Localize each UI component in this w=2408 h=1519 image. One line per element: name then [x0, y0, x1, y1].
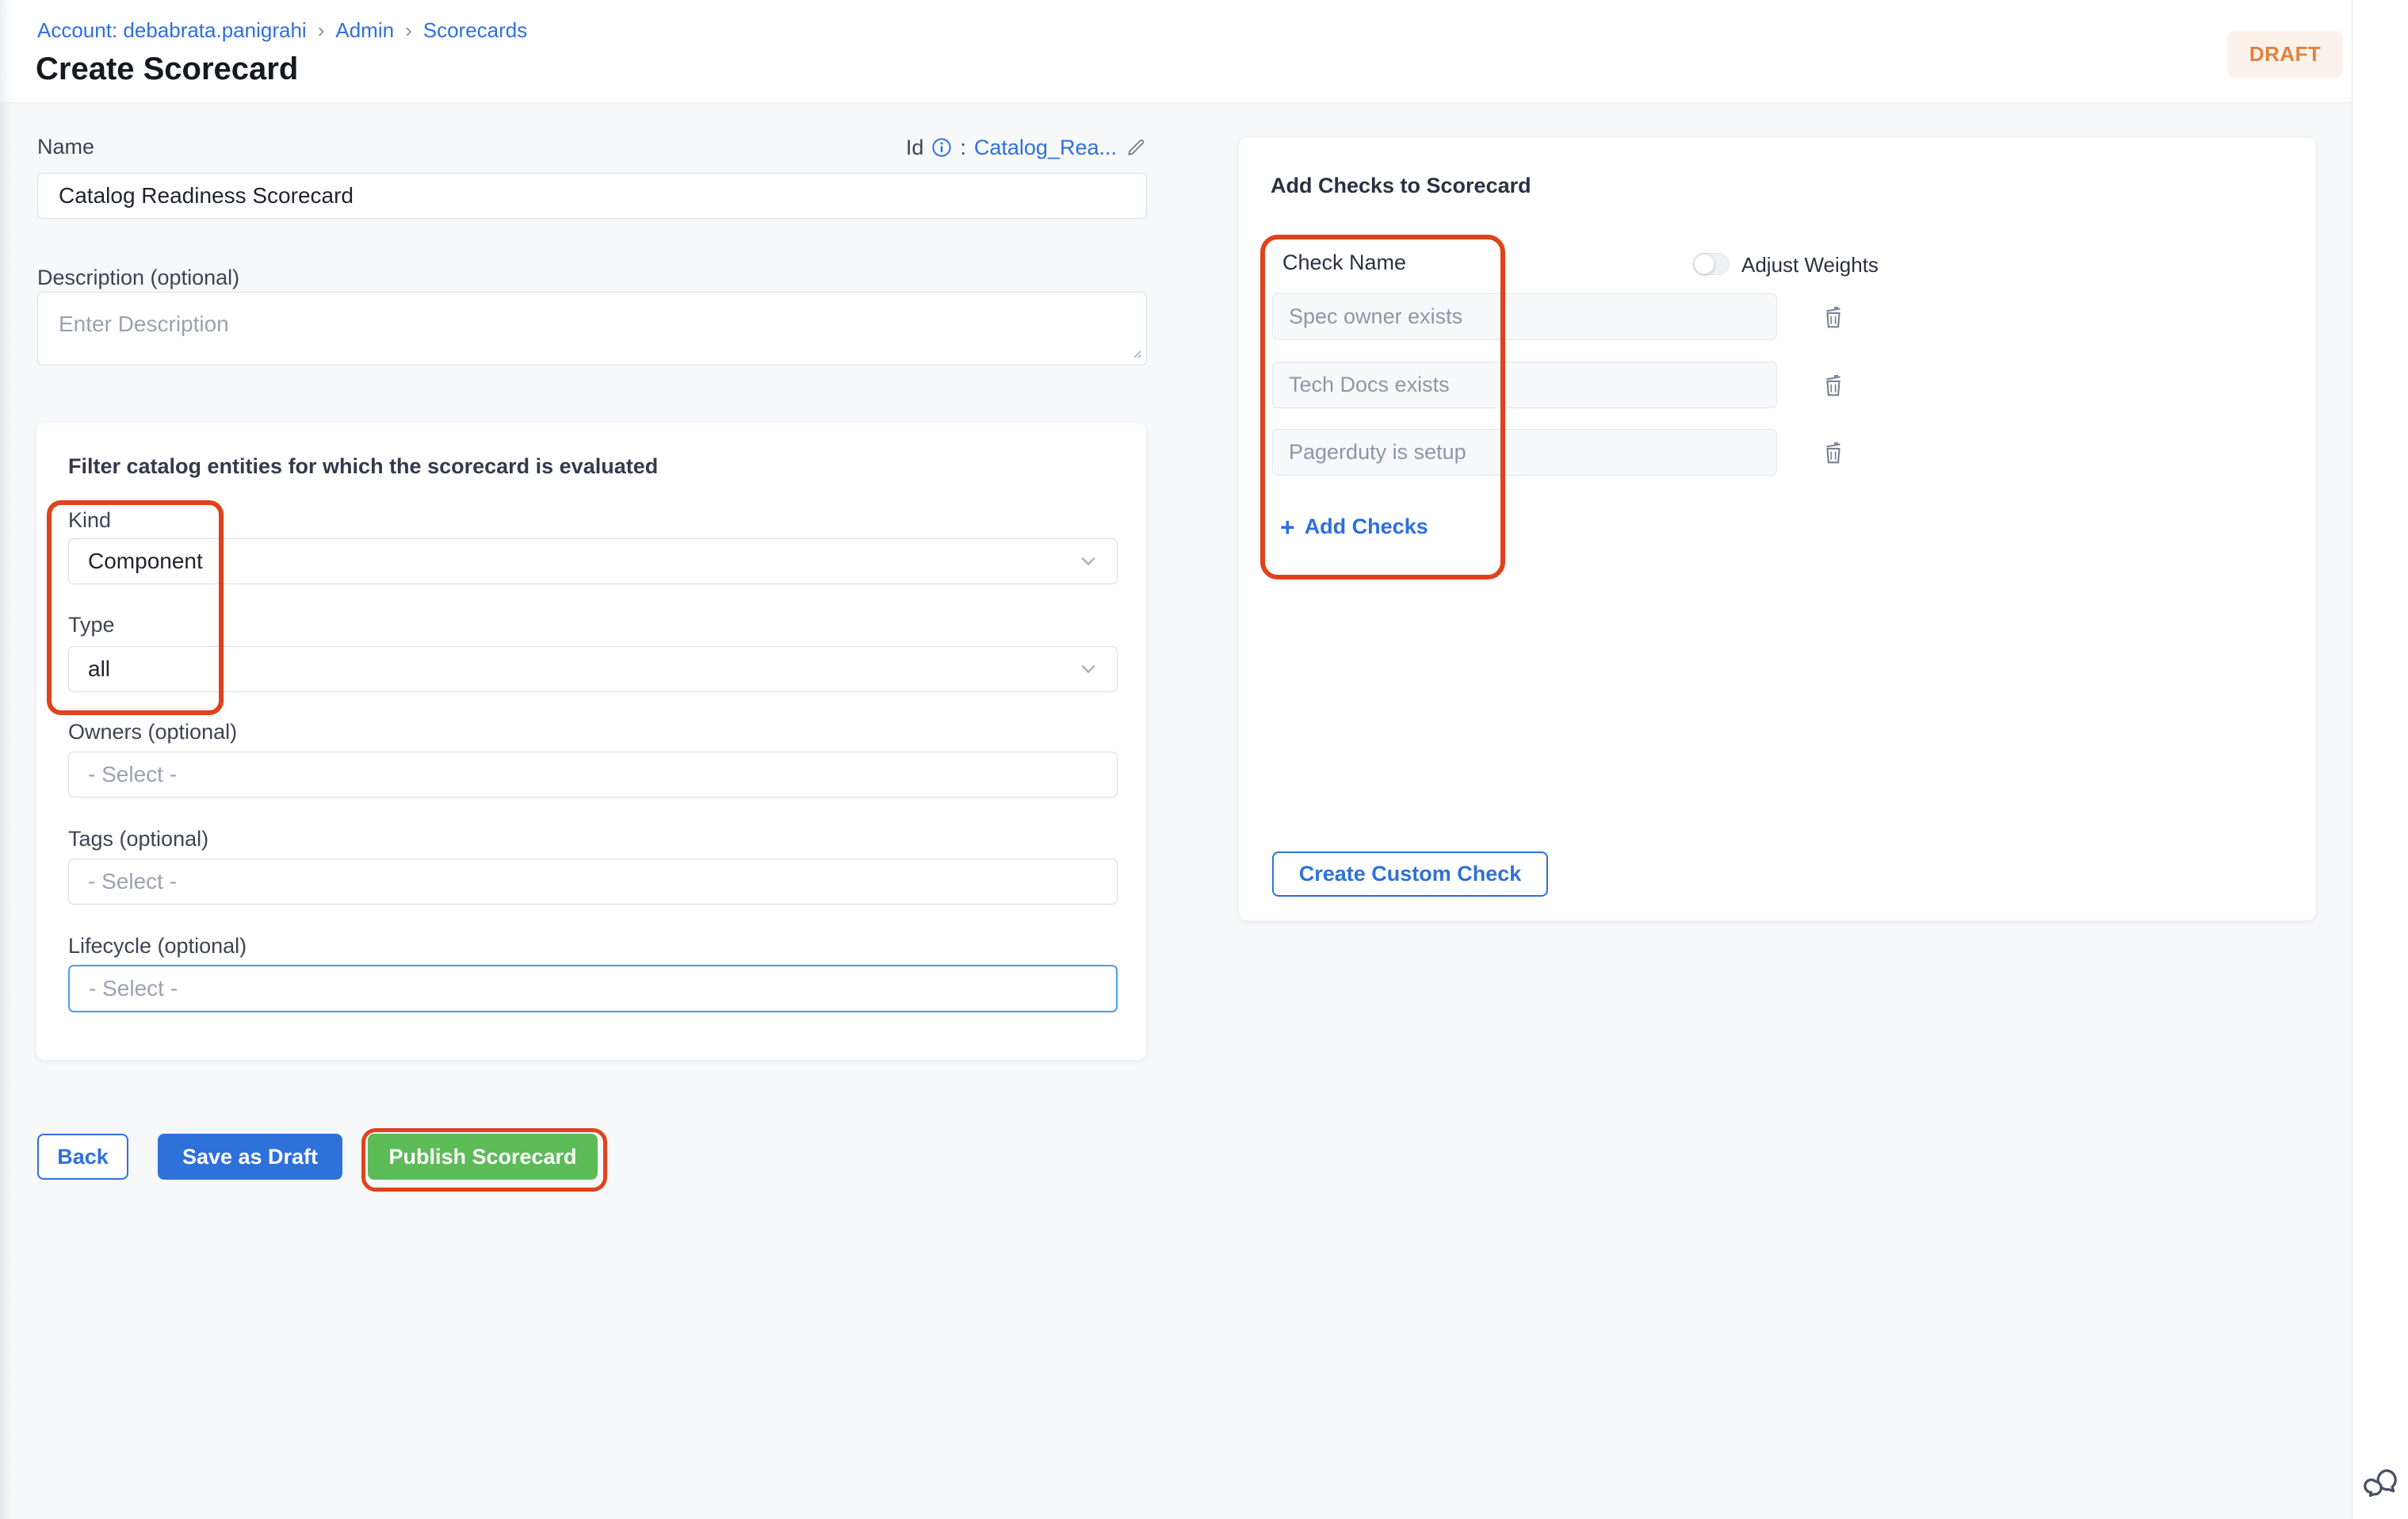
pencil-icon[interactable] — [1125, 136, 1147, 159]
trash-icon — [1819, 438, 1848, 467]
checks-panel-title: Add Checks to Scorecard — [1271, 174, 1531, 198]
scorecard-id-row: Id : Catalog_Rea... — [37, 133, 1147, 162]
delete-check-button[interactable] — [1816, 368, 1851, 403]
check-name-field[interactable]: Tech Docs exists — [1272, 362, 1777, 408]
filter-title: Filter catalog entities for which the sc… — [68, 454, 658, 479]
main-content: Name Id : Catalog_Rea... Description (op… — [0, 103, 2352, 1519]
filter-card: Filter catalog entities for which the sc… — [36, 422, 1147, 1061]
chat-bubbles-icon — [2363, 1464, 2401, 1502]
check-name-text: Pagerduty is setup — [1289, 440, 1466, 465]
trash-icon — [1819, 371, 1848, 400]
add-checks-label: Add Checks — [1305, 515, 1428, 539]
check-name-text: Tech Docs exists — [1289, 373, 1450, 397]
delete-check-button[interactable] — [1816, 300, 1851, 335]
breadcrumb-scorecards-link[interactable]: Scorecards — [423, 17, 528, 43]
page-header: Account: debabrata.panigrahi › Admin › S… — [0, 0, 2352, 103]
id-label: Id — [906, 136, 924, 160]
description-input[interactable] — [37, 292, 1147, 365]
chevron-down-icon — [1079, 552, 1098, 571]
lifecycle-select-placeholder: - Select - — [89, 976, 178, 1001]
id-colon: : — [960, 136, 966, 160]
check-name-field[interactable]: Spec owner exists — [1272, 293, 1777, 340]
add-checks-button[interactable]: + Add Checks — [1280, 515, 1428, 539]
type-label: Type — [68, 613, 115, 637]
breadcrumb-admin-link[interactable]: Admin — [335, 17, 394, 43]
lifecycle-select[interactable]: - Select - — [68, 965, 1118, 1012]
owners-label: Owners (optional) — [68, 720, 237, 744]
back-button[interactable]: Back — [37, 1134, 128, 1180]
publish-scorecard-button[interactable]: Publish Scorecard — [368, 1134, 598, 1180]
adjust-weights-toggle[interactable] — [1693, 253, 1730, 275]
kind-select-value: Component — [88, 549, 203, 574]
delete-check-button[interactable] — [1816, 435, 1851, 470]
breadcrumb-separator-icon: › — [318, 17, 325, 43]
description-label: Description (optional) — [37, 264, 239, 291]
create-custom-check-button[interactable]: Create Custom Check — [1272, 851, 1548, 897]
status-badge: DRAFT — [2227, 31, 2343, 78]
plus-icon: + — [1280, 516, 1295, 538]
lifecycle-label: Lifecycle (optional) — [68, 934, 247, 958]
toggle-knob — [1694, 254, 1714, 274]
adjust-weights-label: Adjust Weights — [1741, 253, 1879, 277]
info-icon[interactable] — [931, 137, 952, 158]
owners-select-placeholder: - Select - — [88, 762, 177, 787]
type-select-value: all — [88, 656, 110, 682]
kind-select[interactable]: Component — [68, 538, 1118, 584]
breadcrumb-separator-icon: › — [405, 17, 412, 43]
tags-label: Tags (optional) — [68, 827, 208, 851]
chevron-down-icon — [1079, 660, 1098, 679]
page-title: Create Scorecard — [36, 51, 298, 87]
checks-panel: Add Checks to Scorecard Check Name Adjus… — [1238, 136, 2317, 921]
owners-select[interactable]: - Select - — [68, 752, 1118, 798]
type-select[interactable]: all — [68, 646, 1118, 692]
scorecard-id-link[interactable]: Catalog_Rea... — [974, 136, 1117, 160]
check-name-field[interactable]: Pagerduty is setup — [1272, 429, 1777, 476]
tags-select-placeholder: - Select - — [88, 869, 177, 894]
check-name-column-header: Check Name — [1282, 251, 1406, 275]
breadcrumb-account-link[interactable]: Account: debabrata.panigrahi — [37, 17, 307, 43]
name-input[interactable] — [37, 173, 1147, 219]
check-name-text: Spec owner exists — [1289, 304, 1462, 329]
trash-icon — [1819, 303, 1848, 331]
help-chat-button[interactable] — [2362, 1463, 2402, 1502]
breadcrumb: Account: debabrata.panigrahi › Admin › S… — [37, 17, 527, 43]
save-as-draft-button[interactable]: Save as Draft — [158, 1134, 342, 1180]
description-field — [37, 292, 1147, 365]
right-rail — [2352, 0, 2408, 1519]
tags-select[interactable]: - Select - — [68, 859, 1118, 905]
kind-label: Kind — [68, 508, 111, 533]
create-scorecard-page: Account: debabrata.panigrahi › Admin › S… — [0, 0, 2408, 1519]
